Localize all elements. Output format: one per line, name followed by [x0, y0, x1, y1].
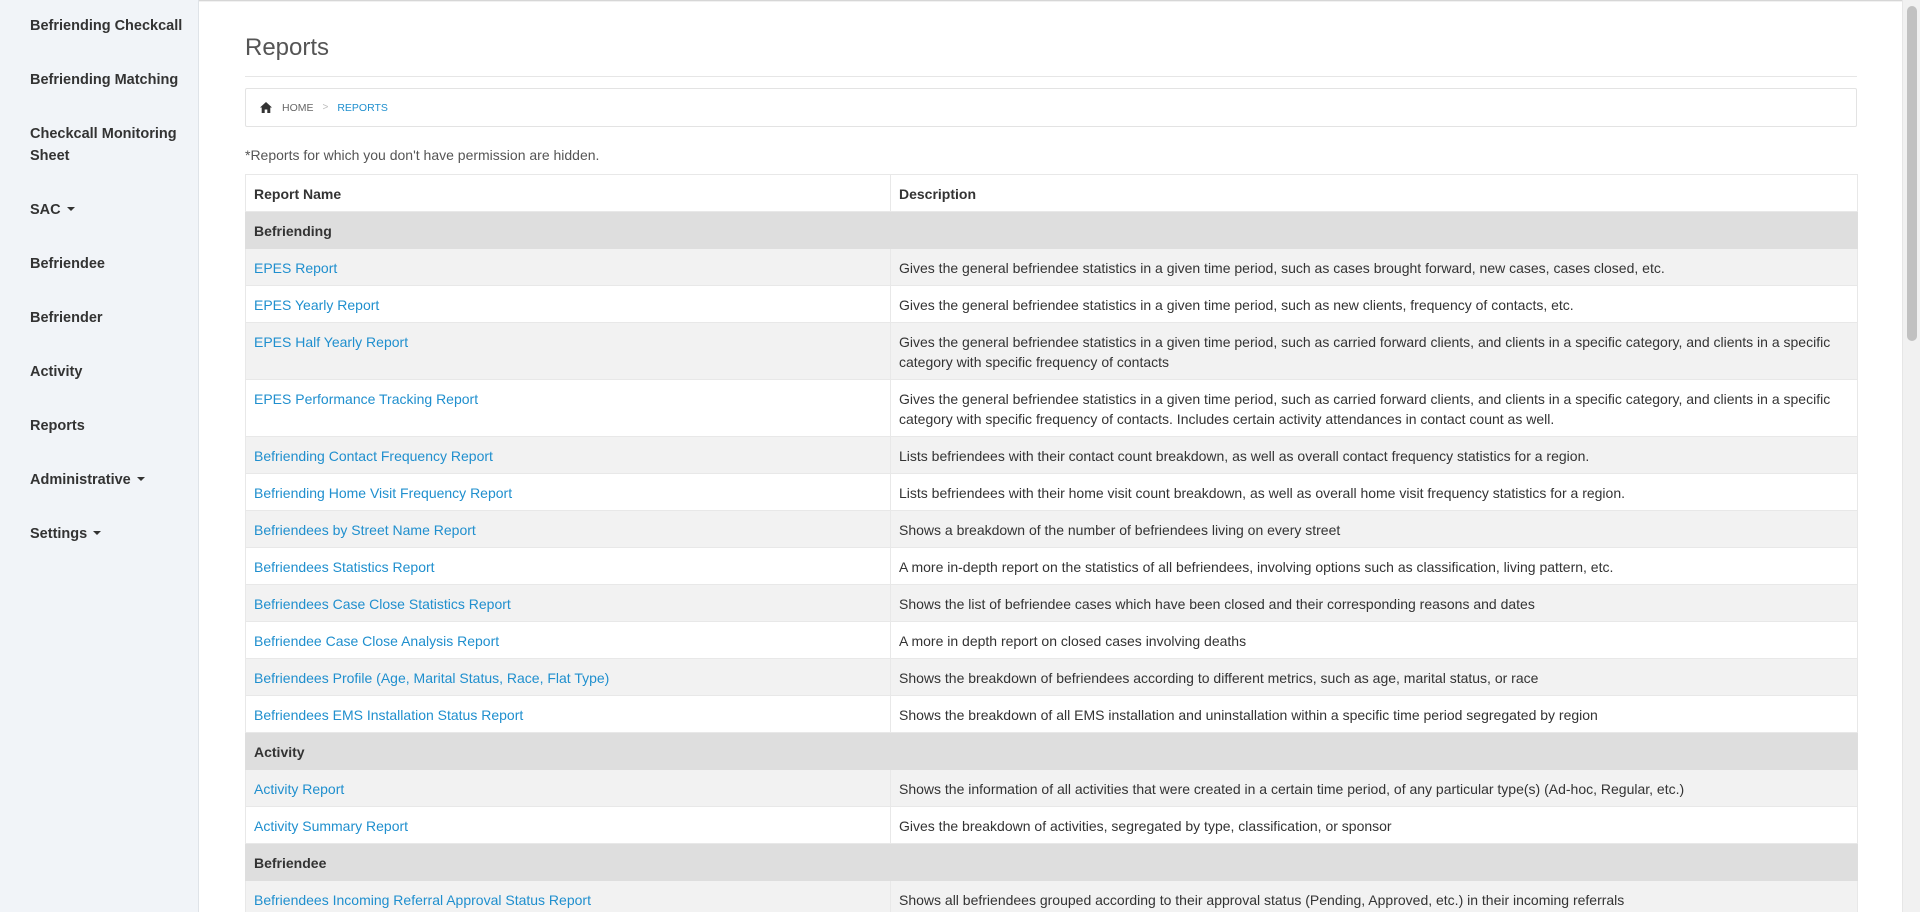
- group-label: Befriendee: [245, 843, 1858, 881]
- scrollbar-thumb[interactable]: [1907, 6, 1917, 341]
- sidebar-item-label: Befriending Matching: [30, 72, 179, 88]
- table-row: EPES Report Gives the general befriendee …: [245, 248, 1858, 286]
- breadcrumb: HOME > REPORTS: [245, 88, 1857, 127]
- report-link[interactable]: Befriendees by Street Name Report: [254, 522, 476, 538]
- report-link[interactable]: Activity Report: [254, 781, 344, 797]
- report-description: Gives the general befriendee statistics …: [890, 379, 1858, 437]
- table-row: Befriendees by Street Name Report Shows a…: [245, 510, 1858, 548]
- group-label: Befriending: [245, 211, 1858, 249]
- report-description: A more in depth report on closed cases i…: [890, 621, 1858, 659]
- table-row: Activity Summary Report Gives the breakdo…: [245, 806, 1858, 844]
- report-link[interactable]: Befriending Contact Frequency Report: [254, 448, 493, 464]
- sidebar-item-befriending-checkcall[interactable]: Befriending Checkcall: [30, 15, 182, 37]
- title-divider: [245, 76, 1857, 77]
- report-description: Gives the general befriendee statistics …: [890, 248, 1858, 286]
- sidebar-item-settings[interactable]: Settings: [30, 523, 102, 545]
- report-link[interactable]: EPES Yearly Report: [254, 297, 379, 313]
- table-row: Befriendees Statistics Report A more in-d…: [245, 547, 1858, 585]
- table-row: Befriendee Case Close Analysis Report A m…: [245, 621, 1858, 659]
- sidebar-item-label: Settings: [30, 526, 88, 542]
- table-header-row: Report Name Description: [245, 174, 1858, 212]
- sidebar-item-reports[interactable]: Reports: [30, 415, 85, 437]
- table-row: EPES Performance Tracking Report Gives th…: [245, 379, 1858, 437]
- table-row: Befriending Home Visit Frequency Report L…: [245, 473, 1858, 511]
- report-link[interactable]: Befriending Home Visit Frequency Report: [254, 485, 512, 501]
- home-icon[interactable]: [260, 102, 272, 113]
- report-link[interactable]: EPES Half Yearly Report: [254, 334, 408, 350]
- sidebar-item-label: Activity: [30, 364, 83, 380]
- table-row: Befriendees EMS Installation Status Repo…: [245, 695, 1858, 733]
- sidebar-item-checkcall-monitoring-sheet[interactable]: Checkcall Monitoring Sheet: [30, 123, 180, 167]
- report-description: Lists befriendees with their contact cou…: [890, 436, 1858, 474]
- report-description: Shows the breakdown of all EMS installat…: [890, 695, 1858, 733]
- report-link[interactable]: Befriendees EMS Installation Status Repo…: [254, 707, 523, 723]
- table-row: EPES Yearly Report Gives the general befr…: [245, 285, 1858, 323]
- report-description: Shows all befriendees grouped according …: [890, 880, 1858, 912]
- group-row: Activity: [245, 732, 1858, 770]
- report-link[interactable]: Activity Summary Report: [254, 818, 408, 834]
- sidebar-item-label: Checkcall Monitoring Sheet: [30, 126, 177, 164]
- breadcrumb-current-link[interactable]: REPORTS: [337, 102, 388, 114]
- group-row: Befriending: [245, 211, 1858, 249]
- sidebar-item-label: Befriending Checkcall: [30, 18, 183, 34]
- page-title: Reports: [245, 34, 330, 61]
- report-link[interactable]: Befriendees Case Close Statistics Report: [254, 596, 511, 612]
- topbar-shadow: [199, 0, 1902, 2]
- group-label: Activity: [245, 732, 1858, 770]
- report-description: Gives the general befriendee statistics …: [890, 322, 1858, 380]
- table-row: EPES Half Yearly Report Gives the general…: [245, 322, 1858, 380]
- caret-down-icon: [66, 207, 75, 212]
- column-header-description: Description: [890, 174, 1858, 212]
- sidebar-item-label: SAC: [30, 202, 61, 218]
- sidebar-item-activity[interactable]: Activity: [30, 361, 82, 383]
- sidebar-item-label: Befriendee: [30, 256, 105, 272]
- sidebar-item-befriending-matching[interactable]: Befriending Matching: [30, 69, 178, 91]
- column-header-report-name: Report Name: [245, 174, 891, 212]
- caret-down-icon: [136, 477, 145, 482]
- table-row: Befriendees Profile (Age, Marital Status…: [245, 658, 1858, 696]
- sidebar-item-befriendee[interactable]: Befriendee: [30, 253, 105, 275]
- report-description: Lists befriendees with their home visit …: [890, 473, 1858, 511]
- report-description: Gives the general befriendee statistics …: [890, 285, 1858, 323]
- permission-note: *Reports for which you don't have permis…: [245, 147, 600, 163]
- breadcrumb-separator-icon: >: [322, 102, 329, 113]
- table-row: Befriendees Case Close Statistics Report…: [245, 584, 1858, 622]
- sidebar-item-label: Administrative: [30, 472, 131, 488]
- report-description: Gives the breakdown of activities, segre…: [890, 806, 1858, 844]
- report-description: A more in-depth report on the statistics…: [890, 547, 1858, 585]
- report-description: Shows the information of all activities …: [890, 769, 1858, 807]
- table-row: Befriending Contact Frequency Report List…: [245, 436, 1858, 474]
- table-row: Activity Report Shows the information of …: [245, 769, 1858, 807]
- report-link[interactable]: EPES Report: [254, 260, 337, 276]
- report-link[interactable]: Befriendee Case Close Analysis Report: [254, 633, 499, 649]
- report-link[interactable]: Befriendees Statistics Report: [254, 559, 435, 575]
- reports-table: Report Name Description Befriending EPES…: [245, 174, 1858, 912]
- sidebar-item-administrative[interactable]: Administrative: [30, 469, 145, 491]
- sidebar-item-label: Reports: [30, 418, 85, 434]
- caret-down-icon: [93, 531, 102, 536]
- sidebar-item-sac[interactable]: SAC: [30, 199, 75, 221]
- report-description: Shows the list of befriendee cases which…: [890, 584, 1858, 622]
- sidebar-item-befriender[interactable]: Befriender: [30, 307, 103, 329]
- report-link[interactable]: Befriendees Incoming Referral Approval S…: [254, 892, 591, 908]
- report-link[interactable]: EPES Performance Tracking Report: [254, 391, 478, 407]
- vertical-scrollbar[interactable]: [1902, 0, 1920, 912]
- report-description: Shows a breakdown of the number of befri…: [890, 510, 1858, 548]
- sidebar: Befriending Checkcall Befriending Matchi…: [0, 0, 199, 912]
- sidebar-item-label: Befriender: [30, 310, 103, 326]
- table-row: Befriendees Incoming Referral Approval S…: [245, 880, 1858, 912]
- group-row: Befriendee: [245, 843, 1858, 881]
- breadcrumb-home-link[interactable]: HOME: [282, 102, 314, 114]
- report-description: Shows the breakdown of befriendees accor…: [890, 658, 1858, 696]
- report-link[interactable]: Befriendees Profile (Age, Marital Status…: [254, 670, 609, 686]
